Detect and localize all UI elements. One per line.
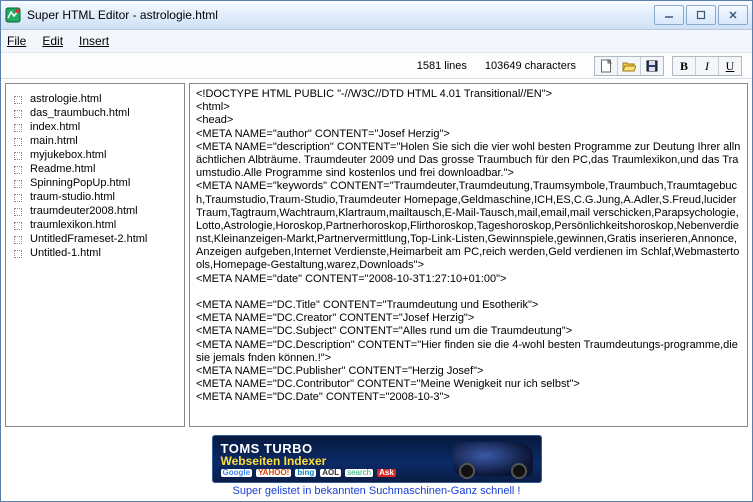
file-item[interactable]: traumlexikon.html [10,218,180,232]
workspace: astrologie.html das_traumbuch.html index… [1,79,752,431]
title-bar[interactable]: Super HTML Editor - astrologie.html [1,1,752,30]
file-button-group [594,56,664,76]
open-file-button[interactable] [618,57,641,75]
char-count: 103649 characters [485,60,576,72]
menu-edit[interactable]: Edit [42,34,63,48]
engine-logo: AOL [320,469,341,477]
underline-button[interactable]: U [719,57,741,75]
menu-file[interactable]: File [7,34,26,48]
file-item[interactable]: main.html [10,134,180,148]
engine-logo: Ask [377,469,396,477]
engine-logo: YAHOO! [256,469,291,477]
file-item[interactable]: Readme.html [10,162,180,176]
engine-logo: search [345,469,373,477]
engine-row: Google YAHOO! bing AOL search Ask [221,469,396,477]
file-item[interactable]: UntitledFrameset-2.html [10,232,180,246]
format-button-group: B I U [672,56,742,76]
line-count: 1581 lines [417,60,467,72]
window-controls [654,5,748,25]
save-file-button[interactable] [641,57,663,75]
toolbar: 1581 lines 103649 characters B I U [1,53,752,79]
engine-logo: Google [221,469,253,477]
file-item[interactable]: SpinningPopUp.html [10,176,180,190]
car-icon [453,442,533,476]
file-item[interactable]: index.html [10,120,180,134]
menu-insert[interactable]: Insert [79,34,109,48]
bottom-panel: TOMS TURBO Webseiten Indexer Google YAHO… [1,431,752,501]
ad-banner[interactable]: TOMS TURBO Webseiten Indexer Google YAHO… [212,435,542,483]
code-editor[interactable]: <!DOCTYPE HTML PUBLIC "-//W3C//DTD HTML … [189,83,748,427]
app-window: Super HTML Editor - astrologie.html File… [0,0,753,502]
minimize-button[interactable] [654,5,684,25]
banner-text: TOMS TURBO Webseiten Indexer Google YAHO… [221,442,396,477]
file-item[interactable]: myjukebox.html [10,148,180,162]
maximize-button[interactable] [686,5,716,25]
banner-subtitle: Webseiten Indexer [221,455,396,467]
file-list-panel[interactable]: astrologie.html das_traumbuch.html index… [5,83,185,427]
italic-button[interactable]: I [696,57,719,75]
close-button[interactable] [718,5,748,25]
bold-button[interactable]: B [673,57,696,75]
app-icon [5,7,21,23]
file-item[interactable]: astrologie.html [10,92,180,106]
file-item[interactable]: Untitled-1.html [10,246,180,260]
menu-bar: File Edit Insert [1,30,752,53]
file-item[interactable]: traum-studio.html [10,190,180,204]
file-item[interactable]: das_traumbuch.html [10,106,180,120]
new-file-button[interactable] [595,57,618,75]
window-title: Super HTML Editor - astrologie.html [27,8,654,22]
banner-caption: Super gelistet in bekannten Suchmaschine… [232,485,520,497]
engine-logo: bing [295,469,316,477]
banner-title: TOMS TURBO [221,442,396,455]
file-item[interactable]: traumdeuter2008.html [10,204,180,218]
file-list: astrologie.html das_traumbuch.html index… [10,92,180,260]
